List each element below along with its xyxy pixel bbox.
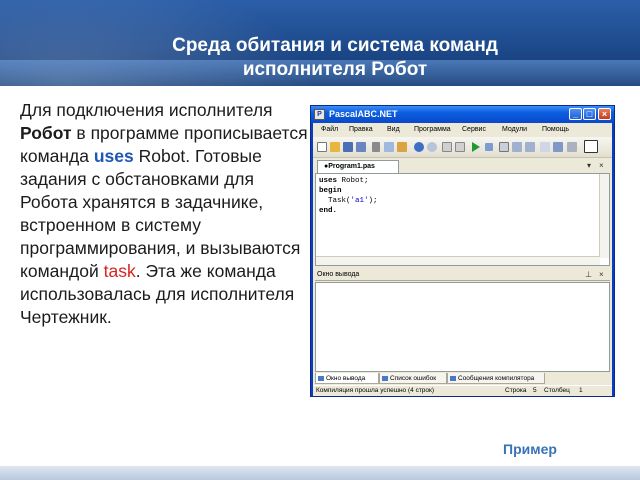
new-icon[interactable]: [317, 142, 327, 152]
pin-icon[interactable]: ⊥: [585, 269, 592, 280]
slide-title-line2: исполнителя Робот: [242, 59, 428, 80]
output-panel-body[interactable]: [315, 282, 610, 372]
menu-bar: Файл Правка Вид Программа Сервис Модули …: [313, 123, 612, 137]
status-row-label: Строка: [505, 387, 527, 394]
status-message: Компиляция прошла успешно (4 строк): [316, 387, 435, 394]
task-keyword: task: [103, 261, 136, 281]
code-keyword: end.: [319, 207, 338, 215]
slide-title: Среда обитания и система команд исполнит…: [95, 34, 575, 82]
status-col-value: 1: [579, 387, 583, 394]
tab-program1[interactable]: ●Program1.pas: [317, 160, 399, 173]
output-tab-icon: [318, 376, 324, 381]
menu-modules[interactable]: Модули: [502, 125, 527, 135]
pascalabc-window: P PascalABC.NET _ □ × Файл Правка Вид Пр…: [310, 105, 615, 397]
output-toggle-icon[interactable]: [584, 140, 598, 153]
find-icon[interactable]: [442, 142, 452, 152]
description-paragraph: Для подключения исполнителя Робот в прог…: [20, 99, 310, 329]
debug-icon[interactable]: [499, 142, 509, 152]
minimize-button[interactable]: _: [569, 108, 582, 120]
maximize-button[interactable]: □: [583, 108, 596, 120]
step-out-icon[interactable]: [553, 142, 563, 152]
errors-tab-icon: [382, 376, 388, 381]
tab-list-icon[interactable]: ▾: [587, 161, 591, 171]
output-panel-header: Окно вывода ⊥ ×: [315, 269, 610, 281]
step-over-icon[interactable]: [525, 142, 535, 152]
robot-module-name: Robot: [138, 146, 186, 166]
menu-help[interactable]: Помощь: [542, 125, 569, 135]
menu-view[interactable]: Вид: [387, 125, 400, 135]
replace-icon[interactable]: [455, 142, 465, 152]
tab-label: Сообщения компилятора: [458, 375, 535, 382]
code-text-segment: Robot;: [337, 177, 369, 185]
toolbar: [313, 137, 612, 158]
window-client-area: Файл Правка Вид Программа Сервис Модули …: [313, 123, 612, 396]
save-icon[interactable]: [343, 142, 353, 152]
example-link[interactable]: Пример: [503, 441, 557, 457]
code-text: uses Robot; begin Task('a1'); end.: [319, 176, 378, 216]
menu-service[interactable]: Сервис: [462, 125, 486, 135]
tab-close-icon[interactable]: ×: [599, 161, 604, 171]
stop-icon[interactable]: [485, 143, 493, 151]
status-col-label: Столбец: [544, 387, 570, 394]
step-into-icon[interactable]: [540, 142, 550, 152]
close-button[interactable]: ×: [598, 108, 611, 120]
uses-keyword: uses: [93, 146, 134, 166]
output-panel-title: Окно вывода: [317, 271, 360, 278]
tab-error-list[interactable]: Список ошибок: [379, 373, 447, 384]
tab-output-window[interactable]: Окно вывода: [315, 373, 379, 384]
paste-icon[interactable]: [397, 142, 407, 152]
code-keyword: begin: [319, 187, 342, 195]
code-keyword: uses: [319, 177, 338, 185]
document-tabs: ●Program1.pas ▾ ×: [315, 159, 610, 173]
menu-file[interactable]: Файл: [321, 125, 338, 135]
para-text: Для подключения исполнителя: [20, 100, 273, 120]
slide-bottom-band: [0, 466, 640, 480]
slide-header: Среда обитания и система команд исполнит…: [0, 0, 640, 86]
redo-icon[interactable]: [427, 142, 437, 152]
messages-tab-icon: [450, 376, 456, 381]
window-titlebar[interactable]: P PascalABC.NET _ □ ×: [311, 106, 614, 123]
tab-label: Список ошибок: [390, 375, 437, 382]
open-icon[interactable]: [330, 142, 340, 152]
window-title: PascalABC.NET: [329, 109, 398, 119]
app-icon: P: [314, 109, 325, 120]
status-row-value: 5: [533, 387, 537, 394]
bottom-tabs: Окно вывода Список ошибок Сообщения комп…: [315, 373, 610, 385]
run-icon[interactable]: [472, 142, 480, 152]
menu-edit[interactable]: Правка: [349, 125, 373, 135]
output-close-icon[interactable]: ×: [599, 269, 604, 280]
editor-vertical-scrollbar[interactable]: [599, 174, 609, 258]
tab-label: Окно вывода: [326, 375, 366, 382]
code-text-segment: Task(: [319, 197, 351, 205]
tab-compiler-messages[interactable]: Сообщения компилятора: [447, 373, 545, 384]
slide-title-line1: Среда обитания и система команд: [172, 35, 498, 56]
code-editor[interactable]: uses Robot; begin Task('a1'); end.: [315, 173, 610, 266]
undo-icon[interactable]: [414, 142, 424, 152]
format-icon[interactable]: [567, 142, 577, 152]
code-text-segment: );: [368, 197, 378, 205]
step-icon[interactable]: [512, 142, 522, 152]
status-bar: Компиляция прошла успешно (4 строк) Стро…: [313, 385, 612, 396]
robot-bold-word: Робот: [20, 123, 72, 143]
editor-horizontal-scrollbar[interactable]: [316, 256, 600, 265]
cut-icon[interactable]: [372, 142, 380, 152]
copy-icon[interactable]: [384, 142, 394, 152]
save-all-icon[interactable]: [356, 142, 366, 152]
menu-program[interactable]: Программа: [414, 125, 451, 135]
code-string: 'a1': [350, 197, 369, 205]
